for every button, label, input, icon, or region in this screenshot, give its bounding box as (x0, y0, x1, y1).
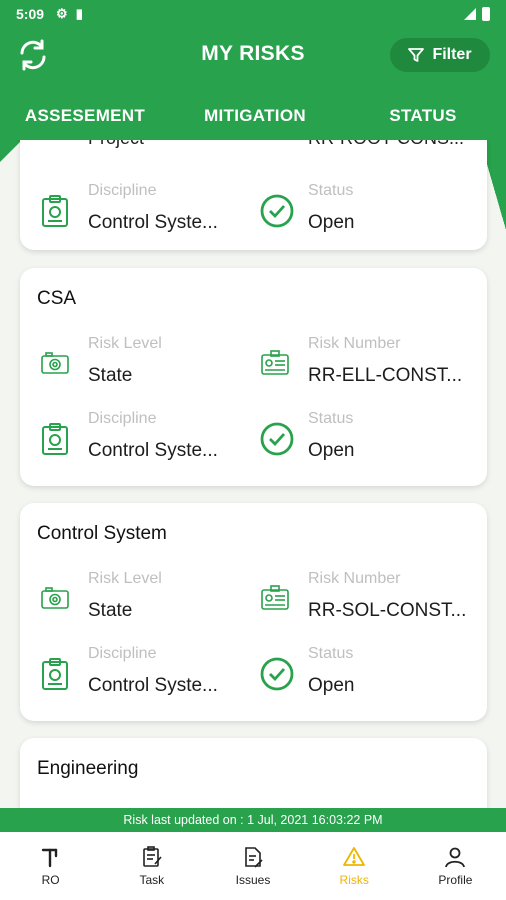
battery-icon (482, 7, 490, 21)
nav-issues[interactable]: Issues (202, 832, 303, 900)
tab-status[interactable]: STATUS (340, 98, 506, 134)
nav-label: Issues (235, 873, 271, 887)
nav-profile[interactable]: Profile (405, 832, 506, 900)
risk-level-field: Risk Level State (40, 335, 250, 395)
nav-risks[interactable]: Risks (304, 832, 405, 900)
settings-icon: ⚙ (56, 6, 68, 21)
sd-card-icon: ▮ (75, 6, 83, 21)
partial-field-value: Project (88, 140, 144, 149)
risk-level-field: Risk Level State (40, 570, 250, 630)
tab-assesement[interactable]: ASSESEMENT (0, 98, 170, 134)
field-value: State (88, 600, 133, 621)
camera-icon (41, 587, 69, 609)
profile-icon (445, 847, 466, 868)
discipline-field: Discipline Control Syste... (40, 410, 250, 470)
card-title: CSA (37, 288, 77, 309)
risk-card[interactable]: CSA Risk Level State Risk Number RR-ELL-… (20, 268, 487, 486)
status-field: Status Open (260, 182, 470, 242)
filter-label: Filter (432, 46, 472, 63)
clipboard-icon (42, 658, 68, 690)
clipboard-icon (42, 195, 68, 227)
warning-icon (343, 847, 366, 866)
discipline-field: Discipline Control Syste... (40, 182, 250, 242)
issues-icon (245, 847, 263, 868)
status-field: Status Open (260, 645, 470, 705)
funnel-icon (408, 48, 425, 62)
decor-slant-left (0, 140, 22, 162)
field-label: Status (308, 182, 354, 199)
partial-field-value: RR-ROOT-CONS... (308, 140, 464, 149)
id-card-icon (261, 585, 289, 610)
nav-task[interactable]: Task (101, 832, 202, 900)
ro-icon (41, 848, 57, 868)
field-value: State (88, 365, 133, 386)
card-title: Control System (37, 523, 167, 544)
status-time: 5:09 (16, 6, 45, 22)
nav-ro[interactable]: RO (0, 832, 101, 900)
field-label: Status (308, 410, 354, 427)
filter-button[interactable]: Filter (390, 38, 490, 72)
signal-icon (464, 8, 476, 20)
camera-icon (41, 352, 69, 374)
risk-card[interactable]: Control System Risk Level State Risk Num… (20, 503, 487, 721)
field-value: RR-ELL-CONST... (308, 365, 463, 386)
field-value: Control Syste... (88, 675, 218, 696)
risk-list[interactable]: Project RR-ROOT-CONS... Discipline Contr… (0, 140, 506, 808)
discipline-field: Discipline Control Syste... (40, 645, 250, 705)
nav-label: RO (41, 873, 60, 887)
check-circle-icon (260, 194, 294, 228)
field-label: Risk Number (308, 335, 401, 352)
clipboard-icon (42, 423, 68, 455)
field-label: Discipline (88, 645, 157, 662)
status-field: Status Open (260, 410, 470, 470)
field-value: Control Syste... (88, 440, 218, 461)
field-label: Discipline (88, 182, 157, 199)
check-circle-icon (260, 657, 294, 691)
field-label: Risk Number (308, 570, 401, 587)
task-icon (142, 846, 162, 867)
nav-label: Profile (438, 873, 473, 887)
app-header: MY RISKS Filter ASSESEMENT MITIGATION ST… (0, 28, 506, 140)
field-label: Risk Level (88, 570, 162, 587)
risk-card[interactable]: Engineering (20, 738, 487, 808)
tab-mitigation[interactable]: MITIGATION (170, 98, 340, 134)
field-label: Status (308, 645, 354, 662)
risk-card[interactable]: Project RR-ROOT-CONS... Discipline Contr… (20, 140, 487, 250)
nav-label: Risks (339, 873, 369, 887)
bottom-navigation: RO Task Issues Risks Profile (0, 832, 506, 900)
status-bar: 5:09 ⚙ ▮ (0, 0, 506, 28)
field-label: Discipline (88, 410, 157, 427)
risk-number-field: Risk Number RR-SOL-CONST... (260, 570, 475, 630)
check-circle-icon (260, 422, 294, 456)
field-value: RR-SOL-CONST... (308, 600, 467, 621)
field-value: Control Syste... (88, 212, 218, 233)
risk-number-field: Risk Number RR-ELL-CONST... (260, 335, 475, 395)
tab-bar: ASSESEMENT MITIGATION STATUS (0, 98, 506, 134)
card-title: Engineering (37, 758, 139, 779)
id-card-icon (261, 350, 289, 375)
field-value: Open (308, 440, 355, 461)
field-label: Risk Level (88, 335, 162, 352)
field-value: Open (308, 212, 355, 233)
last-updated-banner: Risk last updated on : 1 Jul, 2021 16:03… (0, 808, 506, 832)
field-value: Open (308, 675, 355, 696)
nav-label: Task (139, 873, 165, 887)
